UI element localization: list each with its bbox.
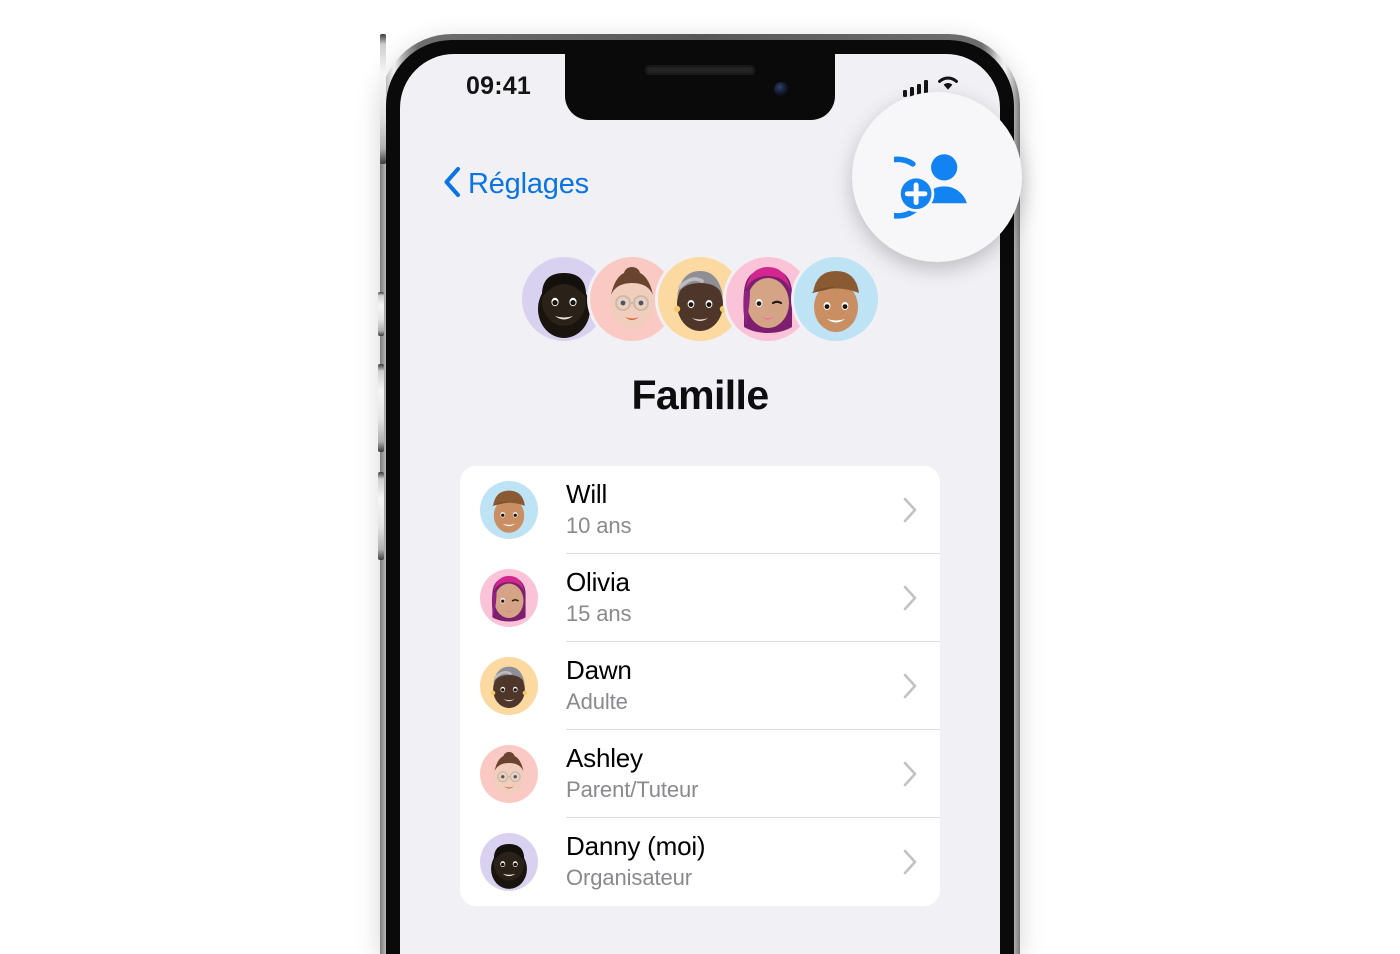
- front-camera-icon: [774, 82, 789, 97]
- avatar: [480, 745, 538, 803]
- avatar: [480, 657, 538, 715]
- chevron-right-icon: [903, 761, 918, 787]
- member-name: Olivia: [566, 566, 630, 597]
- chevron-right-icon: [903, 849, 918, 875]
- avatar: [480, 833, 538, 891]
- family-avatar-stack: [400, 257, 1000, 341]
- list-item-text: Danny (moi) Organisateur: [566, 830, 893, 892]
- member-role: Adulte: [566, 688, 628, 714]
- list-item[interactable]: Dawn Adulte: [460, 642, 940, 730]
- member-name: Danny (moi): [566, 830, 706, 861]
- chevron-right-icon: [903, 585, 918, 611]
- magnified-add-member-callout[interactable]: [852, 92, 1022, 262]
- avatar: [480, 481, 538, 539]
- member-role: 10 ans: [566, 512, 632, 538]
- member-role: 15 ans: [566, 600, 632, 626]
- list-item[interactable]: Olivia 15 ans: [460, 554, 940, 642]
- back-button-label: Réglages: [468, 168, 589, 200]
- add-person-icon: [894, 154, 967, 219]
- avatar: [480, 569, 538, 627]
- list-item-text: Olivia 15 ans: [566, 566, 893, 628]
- list-item-text: Dawn Adulte: [566, 654, 893, 716]
- family-member-list: Will 10 ans Olivia 15 ans Dawn Adulte As…: [460, 466, 940, 906]
- chevron-right-icon: [903, 497, 918, 523]
- list-item[interactable]: Ashley Parent/Tuteur: [460, 730, 940, 818]
- member-role: Parent/Tuteur: [566, 776, 699, 802]
- member-name: Will: [566, 478, 608, 509]
- list-item[interactable]: Danny (moi) Organisateur: [460, 818, 940, 906]
- member-name: Dawn: [566, 654, 632, 685]
- mute-switch-button[interactable]: [378, 292, 384, 336]
- member-role: Organisateur: [566, 864, 692, 890]
- list-item-text: Ashley Parent/Tuteur: [566, 742, 893, 804]
- list-item-text: Will 10 ans: [566, 478, 893, 540]
- chevron-left-icon: [442, 166, 462, 203]
- member-name: Ashley: [566, 742, 643, 773]
- earpiece-speaker-icon: [645, 65, 755, 75]
- back-button[interactable]: Réglages: [442, 166, 589, 203]
- status-bar-time: 09:41: [466, 72, 531, 100]
- volume-up-button[interactable]: [378, 364, 384, 452]
- chevron-right-icon: [903, 673, 918, 699]
- list-item[interactable]: Will 10 ans: [460, 466, 940, 554]
- volume-down-button[interactable]: [378, 472, 384, 560]
- page-title: Famille: [631, 372, 769, 418]
- device-notch: [565, 54, 835, 120]
- avatar: [794, 257, 878, 341]
